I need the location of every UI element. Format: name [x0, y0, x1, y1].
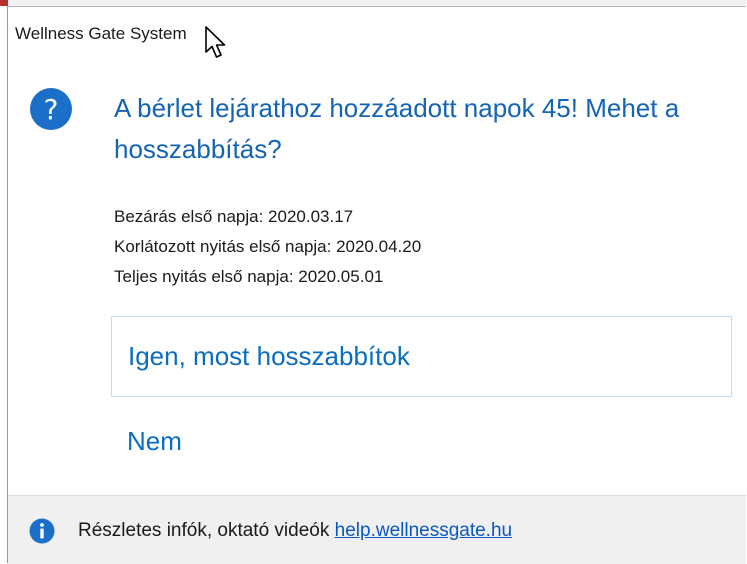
detail-line-full-opening: Teljes nyitás első napja: 2020.05.01 [114, 267, 384, 286]
extend-now-label: Igen, most hosszabbítok [128, 341, 410, 371]
svg-text:?: ? [44, 93, 59, 126]
extend-now-button[interactable]: Igen, most hosszabbítok [111, 316, 732, 397]
info-icon [29, 518, 55, 544]
question-icon: ? [30, 88, 72, 130]
title-bar[interactable]: Wellness Gate System [8, 7, 746, 51]
detail-line-limited-opening: Korlátozott nyitás első napja: 2020.04.2… [114, 237, 422, 256]
main-instruction: A bérlet lejárathoz hozzáadott napok 45!… [114, 93, 680, 164]
detail-line-closing: Bezárás első napja: 2020.03.17 [114, 207, 354, 226]
no-button[interactable]: Nem [111, 411, 311, 471]
mouse-cursor-icon [205, 26, 226, 58]
window-title: Wellness Gate System [15, 24, 187, 43]
details-text: Bezárás első napja: 2020.03.17 Korlátozo… [114, 202, 421, 292]
footer-label: Részletes infók, oktató videók [78, 520, 335, 541]
footer-text: Részletes infók, oktató videók help.well… [78, 520, 512, 542]
footer: Részletes infók, oktató videók help.well… [8, 495, 746, 564]
help-link[interactable]: help.wellnessgate.hu [335, 520, 512, 541]
task-dialog: Wellness Gate System ? A bérlet lejárath… [7, 6, 746, 564]
no-label: Nem [127, 425, 182, 456]
